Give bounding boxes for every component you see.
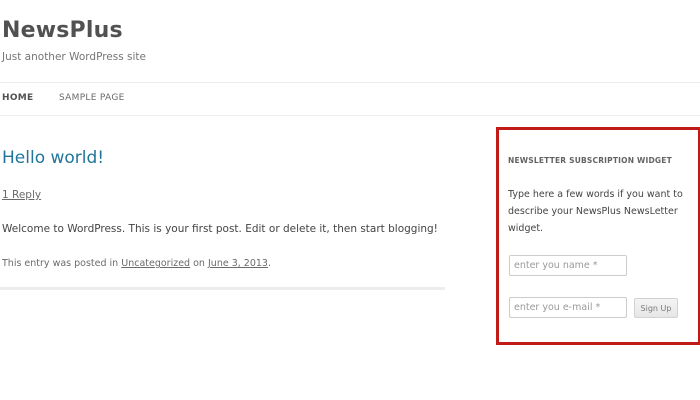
entry-meta-suffix: .	[267, 258, 271, 269]
entry-meta-prefix: This entry was posted in	[2, 258, 119, 269]
nav-item-sample-page[interactable]: SAMPLE PAGE	[59, 93, 125, 103]
sign-up-button[interactable]: Sign Up	[634, 298, 678, 318]
widget-description: Type here a few words if you want to des…	[508, 189, 683, 234]
name-input[interactable]	[509, 255, 627, 276]
widget-title: NEWSLETTER SUBSCRIPTION WIDGET	[508, 156, 672, 165]
site-header: NewsPlus Just another WordPress site	[2, 18, 146, 63]
date-link[interactable]: June 3, 2013	[208, 258, 268, 269]
post-title[interactable]: Hello world!	[2, 148, 445, 168]
site-description: Just another WordPress site	[2, 51, 147, 63]
post-content: Welcome to WordPress. This is your first…	[2, 223, 438, 235]
entry-meta-on: on	[193, 258, 205, 269]
main-navigation: HOME SAMPLE PAGE	[0, 82, 700, 116]
post-divider	[0, 287, 445, 290]
nav-item-home[interactable]: HOME	[2, 93, 34, 103]
post: Hello world! 1 Reply Welcome to WordPres…	[2, 148, 445, 269]
page: NewsPlus Just another WordPress site HOM…	[0, 0, 700, 400]
category-link[interactable]: Uncategorized	[121, 258, 190, 269]
site-title[interactable]: NewsPlus	[2, 18, 146, 43]
entry-meta: This entry was posted in Uncategorized o…	[2, 258, 271, 269]
reply-link[interactable]: 1 Reply	[2, 189, 41, 201]
newsletter-widget: NEWSLETTER SUBSCRIPTION WIDGET Type here…	[496, 127, 700, 345]
email-input[interactable]	[509, 297, 627, 318]
